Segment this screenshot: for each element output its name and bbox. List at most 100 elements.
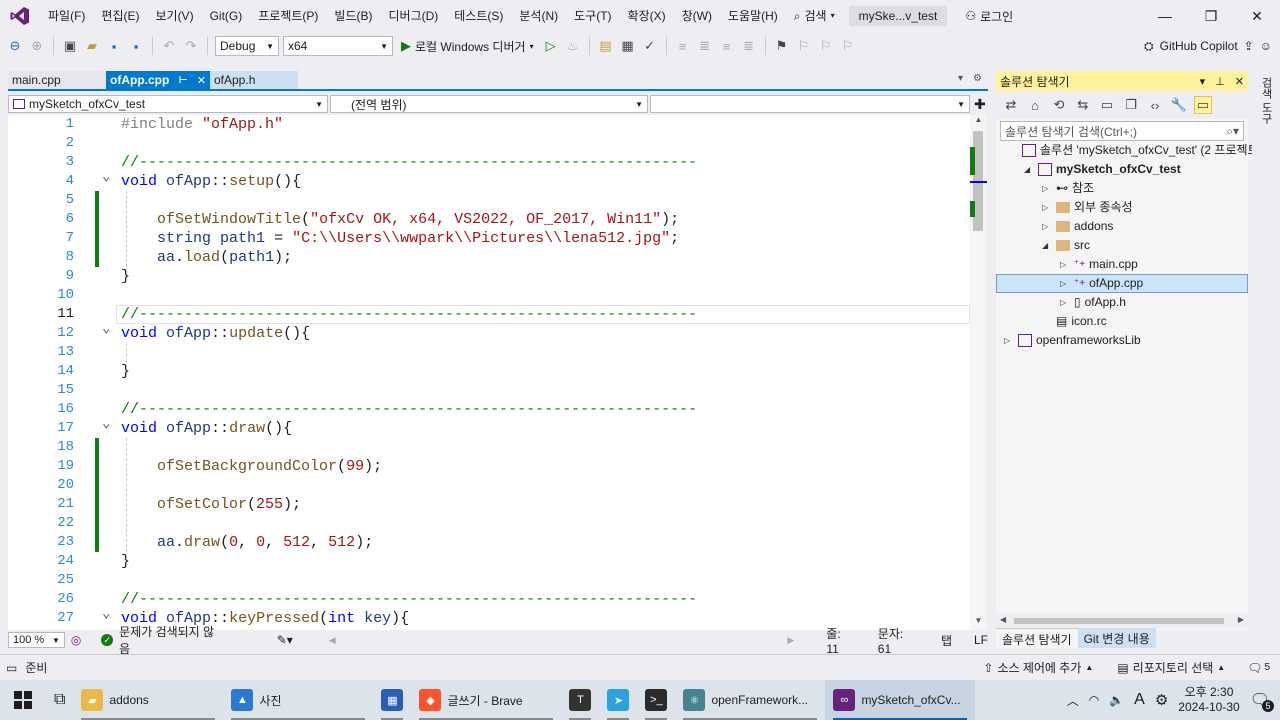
member-dropdown[interactable]: ▼ [650, 95, 970, 113]
code-line[interactable]: 10 [8, 286, 970, 305]
start-debugging-button[interactable]: ▶ 로컬 Windows 디버거 ▾ [397, 38, 538, 55]
scroll-thumb[interactable] [1014, 618, 1224, 624]
settings-icon[interactable]: ⚙ [973, 73, 982, 84]
tab-main-cpp[interactable]: main.cpp [8, 71, 106, 89]
code-line[interactable]: 18 [8, 438, 970, 457]
menu-item[interactable]: 확장(X) [620, 0, 674, 32]
code-line[interactable]: 15 [8, 381, 970, 400]
expand-arrow-icon[interactable]: ▷ [1042, 198, 1052, 217]
feedback-icon[interactable]: ☺ [1260, 39, 1272, 53]
find-in-files-icon[interactable]: ▤ [597, 37, 615, 55]
code-line[interactable]: 11 //------------------------------------… [8, 305, 970, 324]
expand-arrow-icon[interactable]: ▷ [1042, 217, 1052, 236]
code-line[interactable]: 23 aa.draw(0, 0, 512, 512); [8, 533, 970, 552]
menu-item[interactable]: 도움말(H) [720, 0, 786, 32]
expand-arrow-icon[interactable]: ▷ [1060, 274, 1070, 293]
expand-arrow-icon[interactable]: ▷ [1042, 179, 1052, 198]
code-line[interactable]: 17 ⌄ void ofApp::draw(){ [8, 416, 970, 438]
volume-icon[interactable]: 🔈 [1109, 693, 1124, 707]
expand-arrow-icon[interactable]: ▷ [1060, 255, 1070, 274]
taskbar-app-vs[interactable]: ∞ mySketch_ofxCv... [825, 680, 976, 720]
menu-item[interactable]: 파일(F) [40, 0, 93, 32]
indent-icon[interactable]: ≡ [718, 37, 736, 55]
show-all-files-icon[interactable]: ❐ [1122, 96, 1140, 114]
taskbar-app-brave[interactable]: ◆ 글쓰기 - Brave [411, 680, 561, 720]
tab-indicator[interactable]: 탭 [941, 632, 952, 649]
tree-item[interactable]: 솔루션 'mySketch_ofxCv_test' (2 프로젝트 [1008, 141, 1259, 160]
eol-indicator[interactable]: LF [974, 633, 988, 647]
right-arrow-icon[interactable]: ▶ [1238, 615, 1244, 624]
code-line[interactable]: 14} [8, 362, 970, 381]
tree-item[interactable]: ▷ openframeworksLib [1004, 331, 1141, 350]
taskbar-app-folder[interactable]: ▰ addons [73, 680, 223, 720]
fold-chevron-icon[interactable]: ⌄ [102, 320, 110, 339]
tab-solution-explorer[interactable]: 솔루션 탐색기 [996, 628, 1078, 648]
menu-item[interactable]: 보기(V) [147, 0, 201, 32]
solution-search-input[interactable]: 솔루션 탐색기 검색(Ctrl+;) ⌕▾ [1000, 121, 1244, 141]
history-icon[interactable]: ⟲ [1050, 96, 1068, 114]
fold-chevron-icon[interactable]: ⌄ [102, 605, 110, 624]
code-line[interactable]: 19 ofSetBackgroundColor(99); [8, 457, 970, 476]
zoom-dropdown[interactable]: 100 % ▼ [8, 632, 65, 648]
task-view-button[interactable]: ⧉ [46, 680, 73, 720]
ime-indicator[interactable]: A [1134, 691, 1145, 709]
menu-item[interactable]: 테스트(S) [446, 0, 511, 32]
close-icon[interactable]: ✕ [1235, 75, 1244, 88]
code-editor[interactable]: 1 #include "ofApp.h" 2 3//-----------------… [8, 115, 970, 630]
tree-item[interactable]: ▷ addons [1042, 217, 1113, 236]
tray-overflow-icon[interactable]: ︿ [1067, 692, 1079, 709]
right-arrow-icon[interactable]: ▶ [787, 635, 794, 646]
close-button[interactable]: ✕ [1234, 8, 1280, 25]
clear-bookmarks-icon[interactable]: ⚐ [839, 37, 857, 55]
network-icon[interactable]: ◠ [1089, 693, 1099, 707]
settings-icon[interactable]: ⚙ [1155, 691, 1168, 709]
restore-button[interactable]: ❐ [1188, 8, 1234, 25]
pin-icon[interactable]: ⊢ [178, 75, 187, 86]
code-line[interactable]: 22 [8, 514, 970, 533]
outdent-icon[interactable]: ≣ [740, 37, 758, 55]
back-icon[interactable]: ⊖ [6, 37, 24, 55]
solution-explorer-hscroll[interactable]: ◀ ▶ [996, 614, 1248, 628]
code-line[interactable]: 3 //-------------------------------------… [8, 153, 970, 172]
code-line[interactable]: 5 [8, 191, 970, 210]
code-line[interactable]: 16 //------------------------------------… [8, 400, 970, 419]
left-arrow-icon[interactable]: ◀ [1000, 615, 1006, 624]
code-line[interactable]: 26 //------------------------------------… [8, 590, 970, 609]
pin-icon[interactable]: ⊥ [1215, 75, 1225, 88]
new-project-icon[interactable]: ▣ [61, 37, 79, 55]
menu-item[interactable]: Git(G) [202, 0, 251, 32]
code-line[interactable]: 24} [8, 552, 970, 571]
fold-chevron-icon[interactable]: ⌄ [102, 168, 110, 187]
line-indicator[interactable]: 줄: 11 [826, 625, 855, 656]
menu-item[interactable]: 도구(T) [566, 0, 619, 32]
clock[interactable]: 오후 2:30 2024-10-30 [1178, 685, 1239, 715]
save-all-icon[interactable]: ▪ [127, 37, 145, 55]
menu-item[interactable]: 창(W) [674, 0, 720, 32]
uncomment-icon[interactable]: ≣ [696, 37, 714, 55]
platform-dropdown[interactable]: x64 ▼ [283, 36, 393, 56]
forward-icon[interactable]: ⊕ [28, 37, 46, 55]
taskbar-app-typora[interactable]: T [561, 680, 599, 720]
project-dropdown[interactable]: mySketch_ofxCv_test ▼ [8, 95, 328, 113]
save-icon[interactable]: ▪ [105, 37, 123, 55]
dropdown-icon[interactable]: ▾ [1200, 75, 1206, 88]
tree-item[interactable]: ◢ mySketch_ofxCv_test [1024, 160, 1181, 179]
taskbar-app-telegram[interactable]: ➤ [599, 680, 637, 720]
source-control-button[interactable]: ⇧ 소스 제어에 추가 ▲ [983, 659, 1093, 676]
github-copilot-button[interactable]: ⛭ GitHub Copilot ⇪ ☺ [1144, 39, 1280, 54]
column-indicator[interactable]: 문자: 61 [878, 625, 919, 656]
hot-reload-icon[interactable]: ♨ [564, 37, 582, 55]
menu-item[interactable]: 편집(E) [93, 0, 147, 32]
menu-item[interactable]: 디버그(D) [380, 0, 446, 32]
start-without-debugging-icon[interactable]: ▷ [542, 37, 560, 55]
output-icon[interactable]: ▭ [6, 661, 17, 675]
tree-item[interactable]: ▤ icon.rc [1042, 312, 1107, 331]
tree-item[interactable]: ▷ 외부 종속성 [1042, 198, 1133, 217]
expand-arrow-icon[interactable]: ◢ [1024, 160, 1034, 179]
code-line[interactable]: 1 #include "ofApp.h" [8, 115, 970, 134]
code-line[interactable]: 6 ofSetWindowTitle("ofxCv OK, x64, VS202… [8, 210, 970, 229]
code-line[interactable]: 2 [8, 134, 970, 153]
issues-status[interactable]: 문제가 검색되지 않음 [119, 623, 223, 657]
taskbar-app-terminal[interactable]: >_ [637, 680, 675, 720]
expand-arrow-icon[interactable]: ▷ [1004, 331, 1014, 350]
